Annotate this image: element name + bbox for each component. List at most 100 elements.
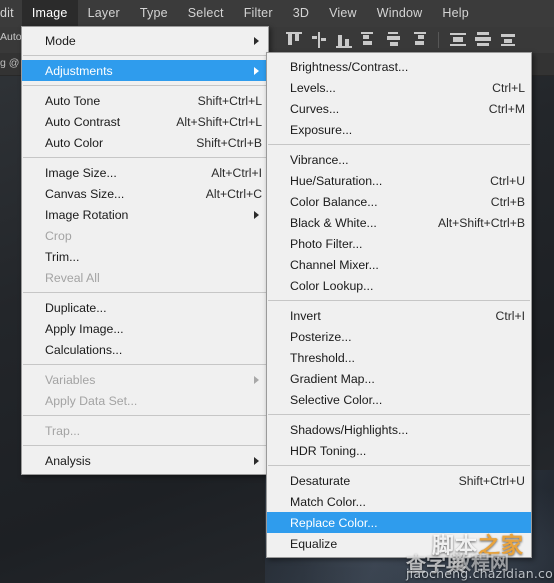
menu-item-label: Replace Color... — [290, 516, 378, 530]
menu-item-label: Trap... — [45, 424, 80, 438]
menu-item-shortcut: Ctrl+U — [472, 174, 525, 188]
menu-item-image-rotation[interactable]: Image Rotation — [22, 204, 268, 225]
menu-item-hue-saturation[interactable]: Hue/Saturation... Ctrl+U — [267, 170, 531, 191]
menu-item-color-balance[interactable]: Color Balance... Ctrl+B — [267, 191, 531, 212]
menu-item-analysis[interactable]: Analysis — [22, 450, 268, 471]
menu-item-levels[interactable]: Levels...Ctrl+L — [267, 77, 531, 98]
image-menu-dropdown: ModeAdjustmentsAuto ToneShift+Ctrl+LAuto… — [21, 26, 269, 475]
menubar-item-layer[interactable]: Layer — [78, 0, 130, 27]
menu-item-photo-filter[interactable]: Photo Filter... — [267, 233, 531, 254]
menu-item-curves[interactable]: Curves...Ctrl+M — [267, 98, 531, 119]
menu-item-variables: Variables — [22, 369, 268, 390]
distribute-bottom-edges-icon[interactable] — [500, 32, 516, 48]
menu-item-selective-color[interactable]: Selective Color... — [267, 389, 531, 410]
menu-item-label: Auto Color — [45, 136, 103, 150]
menu-item-label: Color Balance... — [290, 195, 378, 209]
menu-separator — [268, 465, 530, 466]
chevron-right-icon — [254, 457, 259, 465]
menu-item-shortcut: Shift+Ctrl+L — [180, 94, 262, 108]
menu-item-crop: Crop — [22, 225, 268, 246]
menu-item-mode[interactable]: Mode — [22, 30, 268, 51]
menu-item-label: Selective Color... — [290, 393, 382, 407]
menu-separator — [23, 157, 267, 158]
menu-item-trap: Trap... — [22, 420, 268, 441]
menubar-item-image[interactable]: Image — [22, 0, 78, 27]
menu-separator — [268, 300, 530, 301]
menu-item-canvas-size[interactable]: Canvas Size... Alt+Ctrl+C — [22, 183, 268, 204]
menu-item-label: Posterize... — [290, 330, 352, 344]
menu-item-label: Image Size... — [45, 166, 117, 180]
align-right-edges-icon[interactable] — [411, 32, 427, 48]
menu-item-shortcut: Alt+Shift+Ctrl+L — [158, 115, 262, 129]
menu-item-channel-mixer[interactable]: Channel Mixer... — [267, 254, 531, 275]
menu-item-label: Auto Tone — [45, 94, 100, 108]
menu-item-replace-color[interactable]: Replace Color... — [267, 512, 531, 533]
menu-item-label: Color Lookup... — [290, 279, 373, 293]
menu-item-label: Channel Mixer... — [290, 258, 379, 272]
menu-item-reveal-all: Reveal All — [22, 267, 268, 288]
menu-item-invert[interactable]: Invert Ctrl+I — [267, 305, 531, 326]
menubar-item-window[interactable]: Window — [367, 0, 433, 27]
align-vertical-centers-icon[interactable] — [311, 32, 327, 48]
menu-item-auto-contrast[interactable]: Auto Contrast Alt+Shift+Ctrl+L — [22, 111, 268, 132]
menubar-item-type[interactable]: Type — [130, 0, 178, 27]
menu-item-apply-image[interactable]: Apply Image... — [22, 318, 268, 339]
menu-item-label: Desaturate — [290, 474, 350, 488]
menu-item-label: Photo Filter... — [290, 237, 362, 251]
menu-item-gradient-map[interactable]: Gradient Map... — [267, 368, 531, 389]
menu-item-label: Analysis — [45, 454, 91, 468]
menu-item-shortcut: Alt+Ctrl+C — [188, 187, 262, 201]
menu-item-label: Canvas Size... — [45, 187, 124, 201]
menu-item-label: Exposure... — [290, 123, 352, 137]
align-left-edges-icon[interactable] — [361, 32, 377, 48]
menubar-item-view[interactable]: View — [319, 0, 367, 27]
menu-item-auto-tone[interactable]: Auto Tone Shift+Ctrl+L — [22, 90, 268, 111]
menubar-item-dit[interactable]: dit — [0, 0, 22, 27]
menu-item-shadows-highlights[interactable]: Shadows/Highlights... — [267, 419, 531, 440]
menu-item-label: Crop — [45, 229, 72, 243]
menu-item-label: Gradient Map... — [290, 372, 375, 386]
menu-separator — [23, 445, 267, 446]
menu-item-duplicate[interactable]: Duplicate... — [22, 297, 268, 318]
align-top-edges-icon[interactable] — [286, 32, 302, 48]
align-bottom-edges-icon[interactable] — [336, 32, 352, 48]
menu-item-label: Shadows/Highlights... — [290, 423, 408, 437]
menu-item-shortcut: Alt+Shift+Ctrl+B — [420, 216, 525, 230]
menu-item-brightness-contrast[interactable]: Brightness/Contrast... — [267, 56, 531, 77]
menu-item-black-white[interactable]: Black & White... Alt+Shift+Ctrl+B — [267, 212, 531, 233]
menu-item-posterize[interactable]: Posterize... — [267, 326, 531, 347]
menu-item-label: Invert — [290, 309, 321, 323]
menu-item-auto-color[interactable]: Auto Color Shift+Ctrl+B — [22, 132, 268, 153]
menu-separator — [23, 85, 267, 86]
menu-item-label: Trim... — [45, 250, 79, 264]
menubar-item-3d[interactable]: 3D — [283, 0, 319, 27]
menu-item-image-size[interactable]: Image Size...Alt+Ctrl+I — [22, 162, 268, 183]
menu-item-equalize[interactable]: Equalize — [267, 533, 531, 554]
menu-item-hdr-toning[interactable]: HDR Toning... — [267, 440, 531, 461]
distribute-vertical-centers-icon[interactable] — [475, 32, 491, 48]
menu-item-shortcut: Ctrl+I — [478, 309, 525, 323]
menu-item-color-lookup[interactable]: Color Lookup... — [267, 275, 531, 296]
menu-item-trim[interactable]: Trim... — [22, 246, 268, 267]
menu-item-shortcut: Ctrl+L — [474, 81, 525, 95]
menu-item-shortcut: Ctrl+B — [473, 195, 525, 209]
menu-item-vibrance[interactable]: Vibrance... — [267, 149, 531, 170]
alignment-icon-group — [286, 30, 516, 50]
menu-item-calculations[interactable]: Calculations... — [22, 339, 268, 360]
menu-item-exposure[interactable]: Exposure... — [267, 119, 531, 140]
menubar-item-filter[interactable]: Filter — [234, 0, 283, 27]
menubar-item-help[interactable]: Help — [432, 0, 479, 27]
menu-item-adjustments[interactable]: Adjustments — [22, 60, 268, 81]
menu-item-label: Brightness/Contrast... — [290, 60, 408, 74]
menubar-item-select[interactable]: Select — [178, 0, 234, 27]
menu-item-match-color[interactable]: Match Color... — [267, 491, 531, 512]
menu-item-label: Hue/Saturation... — [290, 174, 382, 188]
align-horizontal-centers-icon[interactable] — [386, 32, 402, 48]
distribute-top-edges-icon[interactable] — [450, 32, 466, 48]
menu-item-label: Black & White... — [290, 216, 377, 230]
menu-item-desaturate[interactable]: DesaturateShift+Ctrl+U — [267, 470, 531, 491]
menu-item-threshold[interactable]: Threshold... — [267, 347, 531, 368]
menu-item-shortcut: Shift+Ctrl+B — [178, 136, 262, 150]
menu-separator — [23, 55, 267, 56]
menu-item-label: Auto Contrast — [45, 115, 120, 129]
